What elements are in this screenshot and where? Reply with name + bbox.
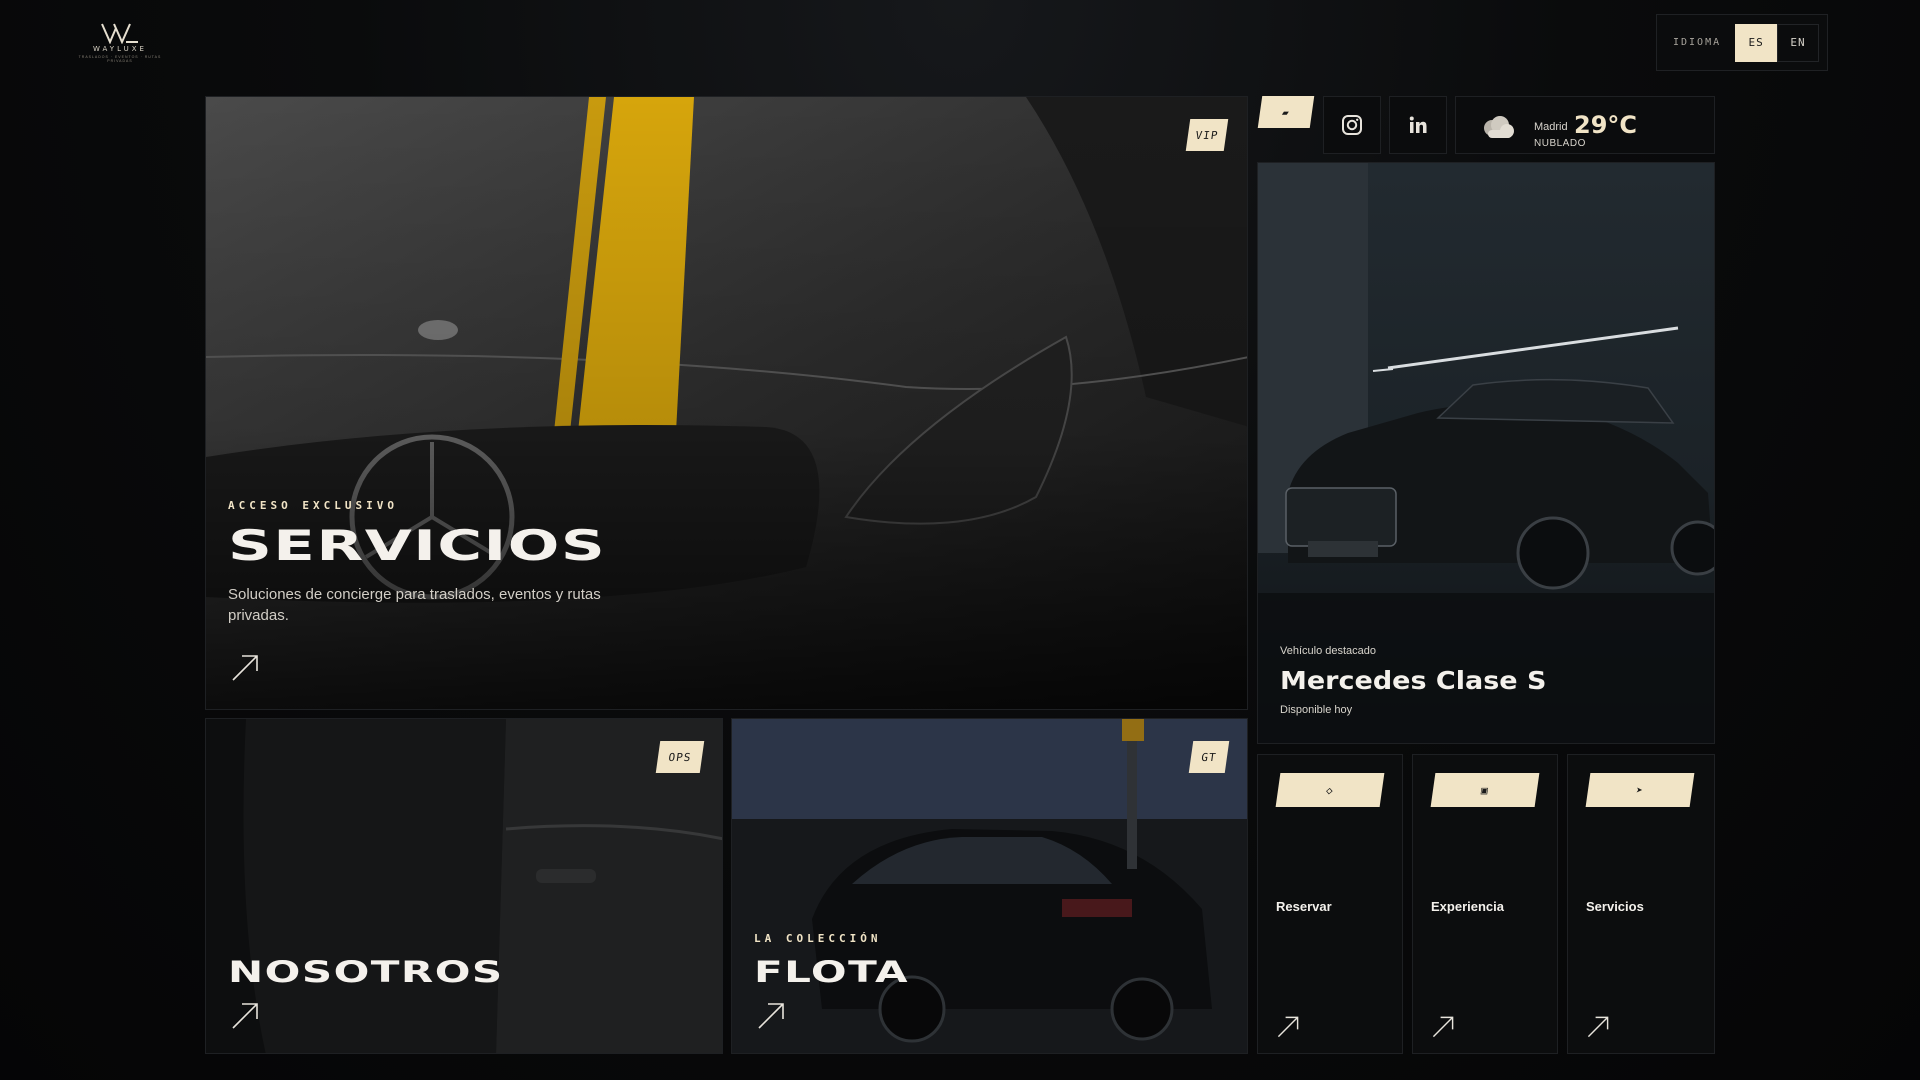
- weather-city: Madrid: [1534, 121, 1568, 133]
- featured-title: Mercedes Clase S: [1280, 666, 1547, 695]
- arrow-icon: [1587, 1016, 1609, 1038]
- hero-description: Soluciones de concierge para traslados, …: [228, 586, 601, 624]
- quick-link-servicios[interactable]: ➤ Servicios: [1567, 754, 1715, 1054]
- hero-eyebrow: ACCESO EXCLUSIVO: [228, 499, 398, 512]
- about-arrow-icon[interactable]: [230, 1001, 260, 1031]
- fleet-arrow-icon[interactable]: [756, 1001, 786, 1031]
- language-es-button[interactable]: ES: [1735, 23, 1778, 62]
- fleet-card[interactable]: GT LA COLECCIÓN FLOTA: [731, 718, 1248, 1054]
- quick-link-label: Experiencia: [1431, 899, 1504, 914]
- diamond-icon: ◇: [1275, 773, 1385, 807]
- hero-tag: VIP: [1185, 119, 1229, 151]
- featured-vehicle-card[interactable]: Vehículo destacado Mercedes Clase S Disp…: [1257, 162, 1715, 744]
- weather-condition: NUBLADO: [1534, 138, 1586, 149]
- weather-temperature: 29°C: [1574, 111, 1638, 139]
- services-hero-card[interactable]: VIP ACCESO EXCLUSIVO SERVICIOS Solucione…: [205, 96, 1248, 710]
- brand-logo[interactable]: WAYLUXE TRASLADOS · EVENTOS · RUTAS PRIV…: [70, 22, 170, 66]
- about-tag: OPS: [655, 741, 705, 773]
- weather-widget: Madrid 29°C NUBLADO: [1455, 96, 1715, 154]
- language-switcher: IDIOMA ES EN: [1656, 14, 1828, 71]
- brand-name: WAYLUXE: [93, 45, 147, 53]
- language-en-button[interactable]: EN: [1777, 23, 1819, 62]
- instagram-icon: [1342, 115, 1362, 135]
- fleet-eyebrow: LA COLECCIÓN: [754, 932, 882, 945]
- logo-mark-icon: [101, 23, 138, 44]
- instagram-button[interactable]: [1323, 96, 1381, 154]
- square-icon: ▣: [1430, 773, 1540, 807]
- fleet-title: FLOTA: [754, 955, 909, 989]
- linkedin-button[interactable]: [1389, 96, 1447, 154]
- linkedin-icon: [1409, 116, 1427, 133]
- arrow-icon: [1432, 1016, 1454, 1038]
- social-badge[interactable]: ▰: [1257, 96, 1315, 128]
- cloud-icon: [1484, 116, 1514, 138]
- about-title: NOSOTROS: [228, 955, 504, 989]
- fleet-image: [732, 719, 1247, 1053]
- fleet-tag: GT: [1188, 741, 1230, 773]
- quick-link-label: Reservar: [1276, 899, 1332, 914]
- quick-link-experiencia[interactable]: ▣ Experiencia: [1412, 754, 1558, 1054]
- quick-link-label: Servicios: [1586, 899, 1644, 914]
- about-card[interactable]: OPS NOSOTROS: [205, 718, 723, 1054]
- quick-link-reservar[interactable]: ◇ Reservar: [1257, 754, 1403, 1054]
- featured-label: Vehículo destacado: [1280, 645, 1377, 657]
- send-icon: ➤: [1585, 773, 1695, 807]
- arrow-icon: [1277, 1016, 1299, 1038]
- featured-availability: Disponible hoy: [1280, 704, 1353, 716]
- hero-arrow-icon[interactable]: [230, 653, 260, 683]
- brand-tagline: TRASLADOS · EVENTOS · RUTAS PRIVADAS: [78, 55, 162, 63]
- hero-title: SERVICIOS: [228, 521, 607, 570]
- about-image: [206, 719, 722, 1053]
- language-label: IDIOMA: [1673, 37, 1722, 48]
